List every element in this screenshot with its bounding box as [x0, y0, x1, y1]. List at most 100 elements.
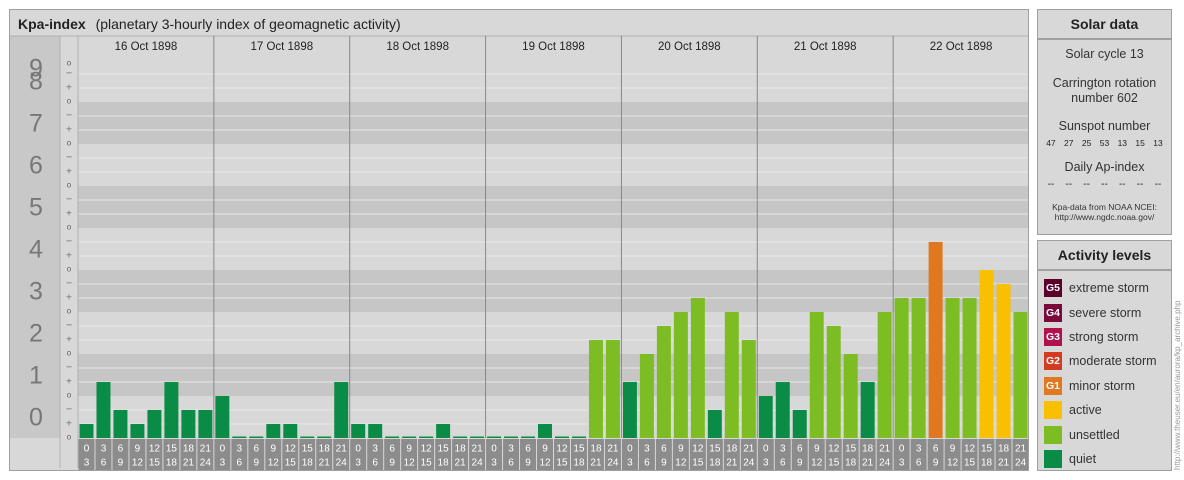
hour-start: 0: [355, 444, 361, 455]
kp-bar: [147, 409, 162, 438]
hour-end: 21: [998, 458, 1010, 469]
hour-start: 6: [933, 444, 939, 455]
hour-start: 9: [406, 444, 412, 455]
kp-bar: [283, 424, 298, 438]
hour-end: 3: [491, 458, 497, 469]
hour-start: 12: [692, 444, 704, 455]
activity-levels-list: G5 extreme storm G4 severe storm G3 strong st…: [1038, 271, 1171, 471]
hour-start: 18: [726, 444, 738, 455]
kp-band: [10, 312, 1028, 354]
hour-start: 12: [421, 444, 433, 455]
y-sub-mark: +: [66, 377, 73, 386]
kp-bar: [96, 382, 111, 438]
y-sub-mark: o: [67, 59, 72, 68]
kp-bar: [860, 382, 875, 438]
hour-start: 21: [200, 444, 212, 455]
hour-start: 3: [508, 444, 514, 455]
hour-end: 3: [763, 458, 769, 469]
solar-data-title: Solar data: [1038, 10, 1171, 40]
hour-end: 21: [319, 458, 331, 469]
day-label: 20 Oct 1898: [658, 41, 721, 53]
kp-bar: [1013, 312, 1028, 438]
hour-start: 12: [828, 444, 840, 455]
hour-start: 6: [254, 444, 260, 455]
hour-end: 12: [132, 458, 144, 469]
level-label: quiet: [1069, 451, 1097, 466]
sunspot-label: Sunspot number: [1058, 119, 1151, 133]
y-sub-mark: o: [67, 349, 72, 358]
hour-end: 6: [372, 458, 378, 469]
hour-start: 18: [455, 444, 467, 455]
hour-end: 9: [661, 458, 667, 469]
kp-bar: [741, 340, 756, 438]
kp-bar: [351, 424, 366, 438]
y-sub-mark: o: [67, 181, 72, 190]
level-item-unsettled: unsettled: [1038, 422, 1171, 446]
kp-band: [10, 144, 1028, 186]
hour-start: 3: [780, 444, 786, 455]
sunspot-value-2: 25: [1081, 138, 1092, 148]
y-sub-mark: +: [66, 335, 73, 344]
kp-band: [10, 396, 1028, 438]
kp-bar: [758, 396, 773, 438]
ap-value-6: --: [1154, 179, 1162, 190]
hour-start: 0: [627, 444, 633, 455]
kp-bar: [181, 409, 196, 438]
hour-start: 18: [998, 444, 1010, 455]
ap-value-3: --: [1101, 179, 1108, 190]
level-label: severe storm: [1069, 305, 1142, 320]
hour-start: 3: [916, 444, 922, 455]
hour-start: 6: [661, 444, 667, 455]
sunspot-value-5: 15: [1135, 138, 1145, 148]
y-tick-label: 1: [29, 362, 43, 390]
kp-bar: [588, 340, 603, 438]
hour-start: 21: [472, 444, 484, 455]
level-swatch: [1044, 401, 1062, 420]
level-item-strong-storm: G3 strong storm: [1038, 325, 1171, 349]
kp-bar: [894, 298, 909, 438]
hour-start: 21: [879, 444, 891, 455]
y-tick-label: 9: [29, 55, 43, 83]
y-sub-mark: −: [66, 237, 73, 246]
level-label: unsettled: [1069, 427, 1120, 442]
hour-start: 15: [981, 444, 993, 455]
y-sub-mark: −: [66, 69, 73, 78]
kp-bar: [605, 340, 620, 438]
hour-end: 6: [508, 458, 514, 469]
kp-bar: [928, 241, 943, 438]
kp-bar: [504, 436, 519, 438]
hour-start: 15: [438, 444, 450, 455]
hour-end: 21: [862, 458, 874, 469]
kp-bar: [690, 298, 705, 438]
kp-band: [10, 186, 1028, 228]
level-item-moderate-storm: G2 moderate storm: [1038, 349, 1171, 373]
hour-end: 6: [644, 458, 650, 469]
kp-bar: [436, 424, 451, 438]
hour-start: 9: [950, 444, 956, 455]
hour-end: 24: [743, 458, 755, 469]
ap-value-5: --: [1136, 179, 1144, 190]
hour-start: 3: [372, 444, 378, 455]
hour-start: 12: [285, 444, 297, 455]
level-swatch: G5: [1044, 279, 1062, 298]
kp-bar: [249, 436, 264, 438]
y-sub-mark: +: [66, 419, 73, 428]
level-label: moderate storm: [1069, 354, 1157, 369]
hour-end: 15: [964, 458, 976, 469]
hour-start: 9: [271, 444, 277, 455]
hour-end: 15: [421, 458, 433, 469]
y-sub-mark: +: [66, 167, 73, 176]
day-label: 22 Oct 1898: [930, 41, 993, 53]
kpa-chart: 0123456789o+−o+−o+−o+−o+−o+−o+−o+−o+−o16…: [10, 35, 1028, 470]
carrington-line-1: Carrington rotation: [1052, 76, 1157, 90]
hour-end: 18: [573, 458, 585, 469]
hour-end: 3: [355, 458, 361, 469]
y-sub-mark: o: [67, 265, 72, 274]
hour-start: 15: [166, 444, 178, 455]
hour-end: 15: [556, 458, 568, 469]
y-sub-mark: o: [67, 97, 72, 106]
kp-bar: [538, 424, 552, 438]
level-item-extreme-storm: G5 extreme storm: [1038, 276, 1171, 300]
hour-end: 9: [118, 458, 124, 469]
hour-start: 21: [1015, 444, 1027, 455]
